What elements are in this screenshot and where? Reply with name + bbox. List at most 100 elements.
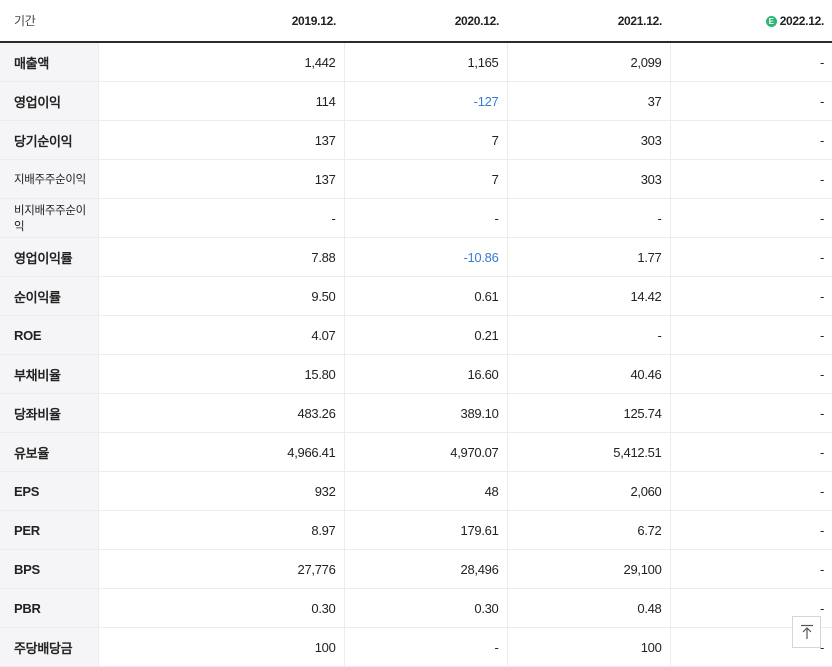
row-label: 당기순이익: [0, 120, 99, 160]
row-label: 영업이익률: [0, 237, 99, 277]
value-cell: -: [670, 354, 832, 394]
period-header-label: 기간: [0, 0, 98, 43]
value-cell: 37: [507, 81, 671, 121]
value-cell: 389.10: [344, 393, 508, 433]
period-header-2019: 2019.12.: [98, 0, 344, 43]
value-cell: 1.77: [507, 237, 671, 277]
value-cell: 303: [507, 159, 671, 199]
table-row: PER 8.97 179.61 6.72-: [0, 510, 832, 550]
table-header-row: 기간 2019.12. 2020.12. 2021.12. E 2022.12.: [0, 0, 832, 43]
value-cell: 114: [98, 81, 345, 121]
value-cell: 0.48: [507, 588, 671, 628]
value-cell: 932: [98, 471, 345, 511]
value-cell: -: [670, 276, 832, 316]
table-row: 영업이익 114 -127 37-: [0, 81, 832, 121]
value-cell: -: [670, 432, 832, 472]
period-header-2020: 2020.12.: [344, 0, 507, 43]
value-cell: 0.30: [98, 588, 345, 628]
value-cell: -: [670, 198, 832, 238]
value-cell: 16.60: [344, 354, 508, 394]
value-cell: 303: [507, 120, 671, 160]
row-label: 영업이익: [0, 81, 99, 121]
row-label: 비지배주주순이익: [0, 198, 99, 238]
value-cell: -: [344, 198, 508, 238]
value-cell: -127: [344, 81, 508, 121]
scroll-to-top-button[interactable]: [792, 616, 821, 648]
value-cell: -: [670, 471, 832, 511]
row-label: ROE: [0, 315, 99, 355]
table-row: 비지배주주순이익 - - - -: [0, 198, 832, 238]
period-header-2022: E 2022.12.: [670, 0, 832, 43]
row-label: 당좌비율: [0, 393, 99, 433]
value-cell: -: [670, 510, 832, 550]
value-cell: 4,966.41: [98, 432, 345, 472]
value-cell: -: [670, 120, 832, 160]
value-cell: -: [670, 237, 832, 277]
row-label: BPS: [0, 549, 99, 589]
value-cell: 9.50: [98, 276, 345, 316]
value-cell: 27,776: [98, 549, 345, 589]
value-cell: 7: [344, 120, 508, 160]
value-cell: -: [670, 393, 832, 433]
table-row: 당좌비율 483.26 389.10 125.74-: [0, 393, 832, 433]
value-cell: 8.97: [98, 510, 345, 550]
value-cell: 483.26: [98, 393, 345, 433]
value-cell: 2,099: [507, 42, 671, 82]
estimate-badge-icon: E: [765, 15, 777, 27]
value-cell: 28,496: [344, 549, 508, 589]
row-label: 부채비율: [0, 354, 99, 394]
table-row: 영업이익률 7.88 -10.86 1.77-: [0, 237, 832, 277]
row-label: 지배주주순이익: [0, 159, 99, 199]
table-row: ROE 4.07 0.21- -: [0, 315, 832, 355]
value-cell: 15.80: [98, 354, 345, 394]
financial-summary-table: 기간 2019.12. 2020.12. 2021.12. E 2022.12. …: [0, 0, 832, 667]
value-cell: -: [670, 549, 832, 589]
table-row: 매출액 1,442 1,165 2,099-: [0, 42, 832, 82]
period-header-2021: 2021.12.: [507, 0, 670, 43]
table-row: EPS 932 48 2,060-: [0, 471, 832, 511]
value-cell: 0.30: [344, 588, 508, 628]
value-cell: -: [98, 198, 345, 238]
value-cell: 179.61: [344, 510, 508, 550]
value-cell: 48: [344, 471, 508, 511]
table-row: 부채비율 15.80 16.60 40.46-: [0, 354, 832, 394]
row-label: PER: [0, 510, 99, 550]
table-row: 순이익률 9.50 0.61 14.42-: [0, 276, 832, 316]
value-cell: 7.88: [98, 237, 345, 277]
value-cell: -: [507, 198, 671, 238]
value-cell: 0.61: [344, 276, 508, 316]
value-cell: 6.72: [507, 510, 671, 550]
period-header-2022-label: 2022.12.: [779, 13, 825, 28]
value-cell: 0.21: [344, 315, 508, 355]
value-cell: 7: [344, 159, 508, 199]
table-row: PBR 0.30 0.30 0.48-: [0, 588, 832, 628]
value-cell: 40.46: [507, 354, 671, 394]
row-label: 순이익률: [0, 276, 99, 316]
row-label: 매출액: [0, 42, 99, 82]
value-cell: -: [670, 315, 832, 355]
arrow-up-to-top-icon: [800, 624, 813, 639]
value-cell: 4,970.07: [344, 432, 508, 472]
value-cell: 125.74: [507, 393, 671, 433]
value-cell: 5,412.51: [507, 432, 671, 472]
row-label: 유보율: [0, 432, 99, 472]
row-label: EPS: [0, 471, 99, 511]
value-cell: 14.42: [507, 276, 671, 316]
value-cell: -: [670, 42, 832, 82]
value-cell: 29,100: [507, 549, 671, 589]
value-cell: 4.07: [98, 315, 345, 355]
value-cell: -: [670, 159, 832, 199]
value-cell: 1,442: [98, 42, 345, 82]
value-cell: -: [670, 81, 832, 121]
table-row: 유보율 4,966.41 4,970.07 5,412.51-: [0, 432, 832, 472]
value-cell: -10.86: [344, 237, 508, 277]
value-cell: -: [507, 315, 671, 355]
row-label: PBR: [0, 588, 99, 628]
table-row: 당기순이익 137 7 303-: [0, 120, 832, 160]
value-cell: 137: [98, 159, 345, 199]
value-cell: 1,165: [344, 42, 508, 82]
value-cell: 137: [98, 120, 345, 160]
value-cell: 2,060: [507, 471, 671, 511]
table-row: BPS 27,776 28,496 29,100-: [0, 549, 832, 589]
table-row: 지배주주순이익 137 7 303-: [0, 159, 832, 199]
